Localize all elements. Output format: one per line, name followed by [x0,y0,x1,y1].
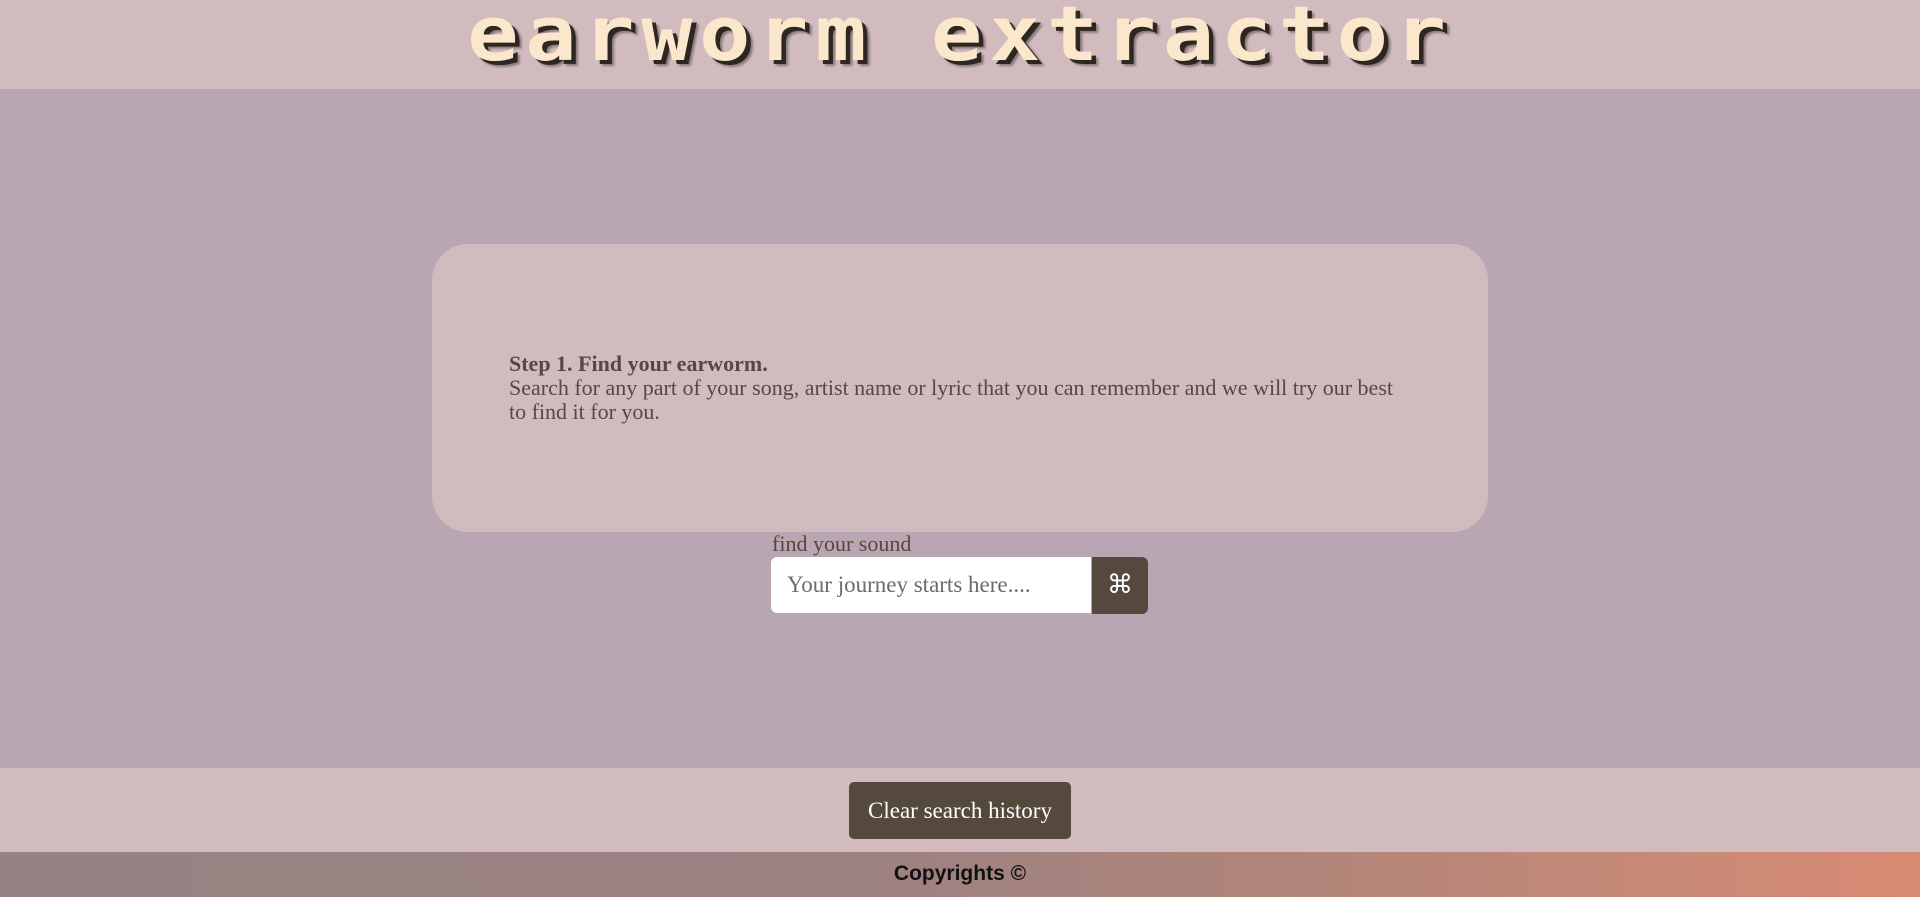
site-header: earworm extractor [0,0,1920,89]
search-input[interactable] [771,557,1091,613]
step-card: Step 1. Find your earworm. Search for an… [432,244,1488,532]
command-icon: ⌘ [1107,570,1133,600]
search-button[interactable]: ⌘ [1092,557,1148,614]
footer: Copyrights © [0,852,1920,897]
site-title: earworm extractor [467,0,1453,78]
copyright-text: Copyrights © [893,862,1027,885]
step-description: Search for any part of your song, artist… [509,375,1393,424]
search-label: find your sound [772,531,912,556]
step-text: Step 1. Find your earworm. Search for an… [509,352,1409,424]
clear-history-button[interactable]: Clear search history [849,782,1071,839]
step-title: Step 1. Find your earworm. [509,351,768,376]
